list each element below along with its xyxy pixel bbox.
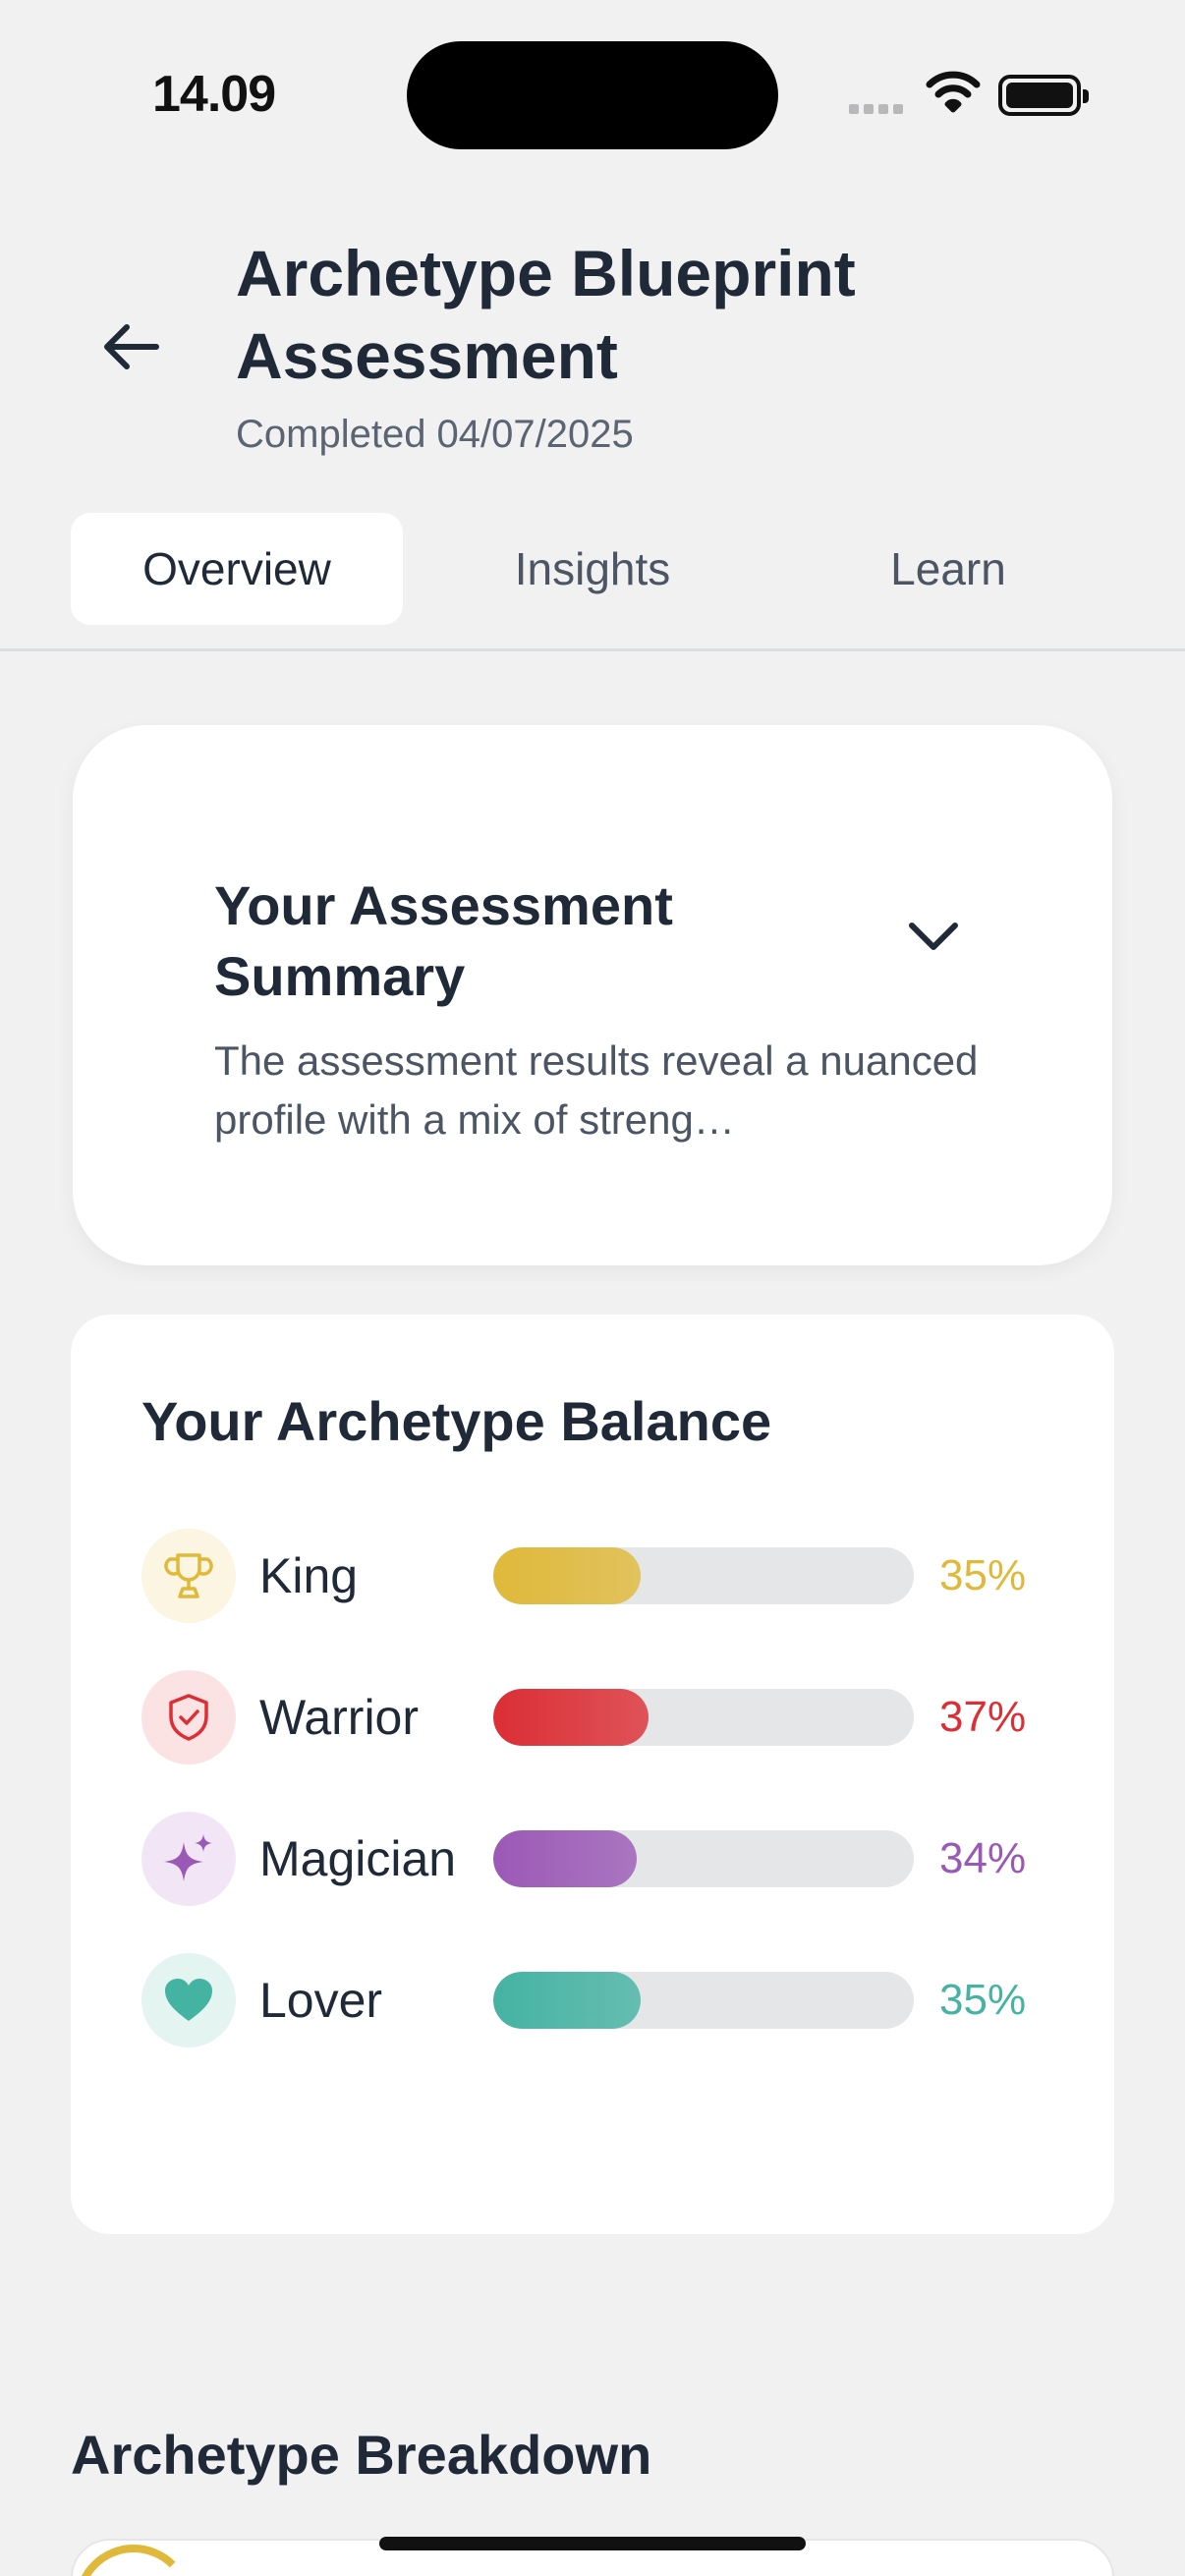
archetype-balance-card: Your Archetype Balance King 35% Warrior … [71,1315,1114,2234]
tab-learn[interactable]: Learn [782,513,1114,625]
assessment-summary-card[interactable]: Your Assessment Summary The assessment r… [73,725,1112,1265]
tab-divider [0,648,1185,651]
screen: 14.09 Archetype Blueprint Assessment Com… [0,0,1185,2576]
shield-check-icon [141,1670,236,1764]
page-title: Archetype Blueprint Assessment [236,237,856,392]
summary-title: Your Assessment Summary [214,874,673,1007]
dynamic-island [407,41,778,149]
archetype-label: Warrior [259,1690,420,1745]
progress-fill [493,1830,637,1887]
archetype-label: Magician [259,1831,457,1886]
tab-bar: Overview Insights Learn [71,513,1114,625]
progress-fill [493,1972,641,2029]
progress-track [493,1830,914,1887]
archetype-row-king: King 35% [141,1527,1055,1625]
trophy-icon [141,1529,236,1623]
tab-overview[interactable]: Overview [71,513,403,625]
archetype-label: King [259,1548,359,1603]
home-indicator [379,2537,806,2550]
wifi-icon [926,71,981,119]
progress-track [493,1689,914,1746]
archetype-percent: 37% [939,1693,1027,1741]
progress-fill [493,1689,649,1746]
arrow-left-icon [104,324,159,369]
breakdown-title: Archetype Breakdown [71,2424,652,2486]
chevron-down-icon[interactable] [904,906,963,965]
sparkles-icon [141,1812,236,1906]
progress-fill [493,1547,641,1604]
tab-insights[interactable]: Insights [426,513,759,625]
battery-icon [998,75,1089,116]
heart-icon [141,1953,236,2047]
archetype-label: Lover [259,1973,383,2028]
archetype-row-warrior: Warrior 37% [141,1668,1055,1766]
back-button[interactable] [96,312,165,381]
archetype-percent: 35% [939,1976,1027,2024]
progress-track [493,1972,914,2029]
archetype-percent: 34% [939,1834,1027,1882]
archetype-row-lover: Lover 35% [141,1951,1055,2049]
summary-text: The assessment results reveal a nuanced … [214,1037,979,1143]
progress-track [493,1547,914,1604]
cellular-signal-icon [849,104,903,114]
completed-date: Completed 04/07/2025 [236,413,634,456]
status-time: 14.09 [152,66,276,123]
archetype-row-magician: Magician 34% [141,1810,1055,1908]
balance-title: Your Archetype Balance [141,1390,772,1452]
archetype-percent: 35% [939,1551,1027,1599]
